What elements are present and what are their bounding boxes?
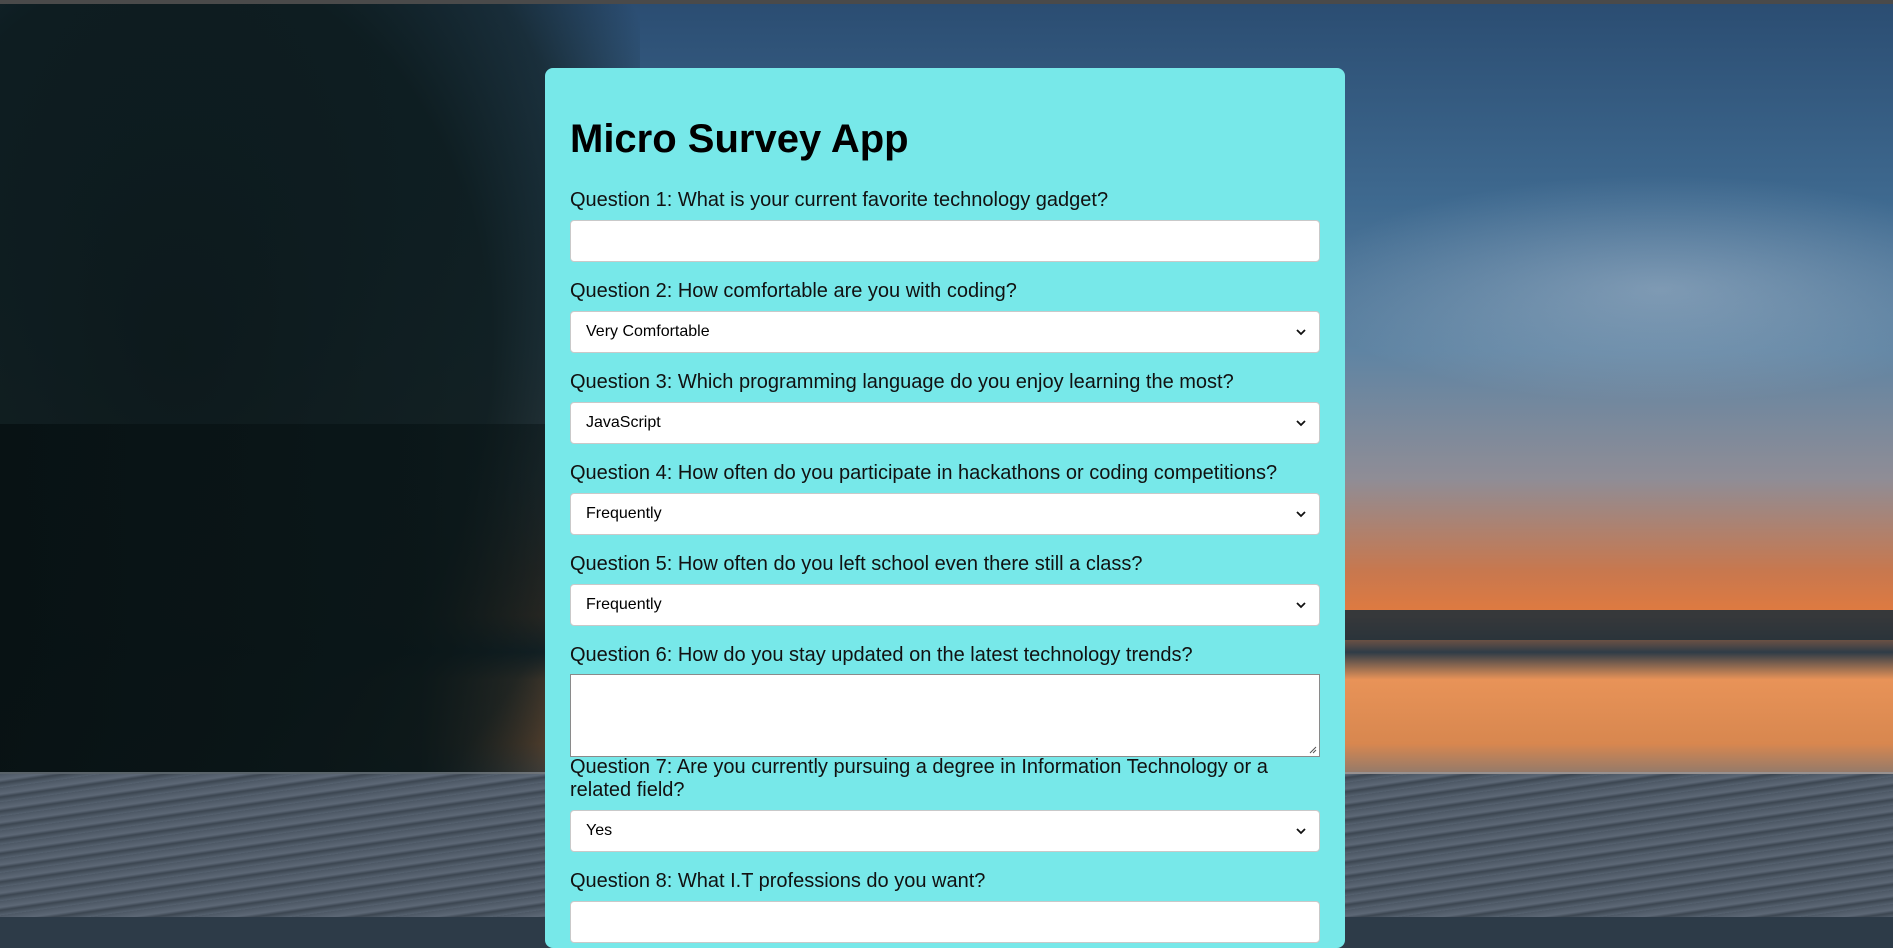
background-horizon [1340,610,1893,640]
question-7-select[interactable]: Yes [570,810,1320,852]
question-5-select[interactable]: Frequently [570,584,1320,626]
chevron-down-icon [1296,420,1306,427]
question-4-select[interactable]: Frequently [570,493,1320,535]
survey-card: Micro Survey App Question 1: What is you… [545,68,1345,948]
question-2-select[interactable]: Very Comfortable [570,311,1320,353]
question-1-label: Question 1: What is your current favorit… [570,189,1109,211]
question-7-label: Question 7: Are you currently pursuing a… [570,756,1268,801]
question-5-selected-value: Frequently [586,596,662,613]
chevron-down-icon [1296,511,1306,518]
question-6-textarea[interactable] [570,674,1320,757]
question-1-input[interactable] [570,220,1320,262]
question-2-label: Question 2: How comfortable are you with… [570,280,1017,302]
question-8-label: Question 8: What I.T professions do you … [570,870,986,892]
chevron-down-icon [1296,602,1306,609]
question-3-selected-value: JavaScript [586,414,661,431]
resize-grip-icon[interactable] [1307,744,1317,754]
chevron-down-icon [1296,828,1306,835]
question-4-selected-value: Frequently [586,505,662,522]
question-7-selected-value: Yes [586,822,613,839]
question-3-select[interactable]: JavaScript [570,402,1320,444]
question-3-label: Question 3: Which programming language d… [570,371,1234,393]
question-8-input[interactable] [570,901,1320,943]
page-title: Micro Survey App [570,117,909,161]
question-6-label: Question 6: How do you stay updated on t… [570,644,1193,666]
question-4-label: Question 4: How often do you participate… [570,462,1278,484]
background-clouds [1300,174,1893,404]
question-2-selected-value: Very Comfortable [586,323,710,340]
question-5-label: Question 5: How often do you left school… [570,553,1143,575]
window-top-edge [0,0,1893,4]
chevron-down-icon [1296,329,1306,336]
